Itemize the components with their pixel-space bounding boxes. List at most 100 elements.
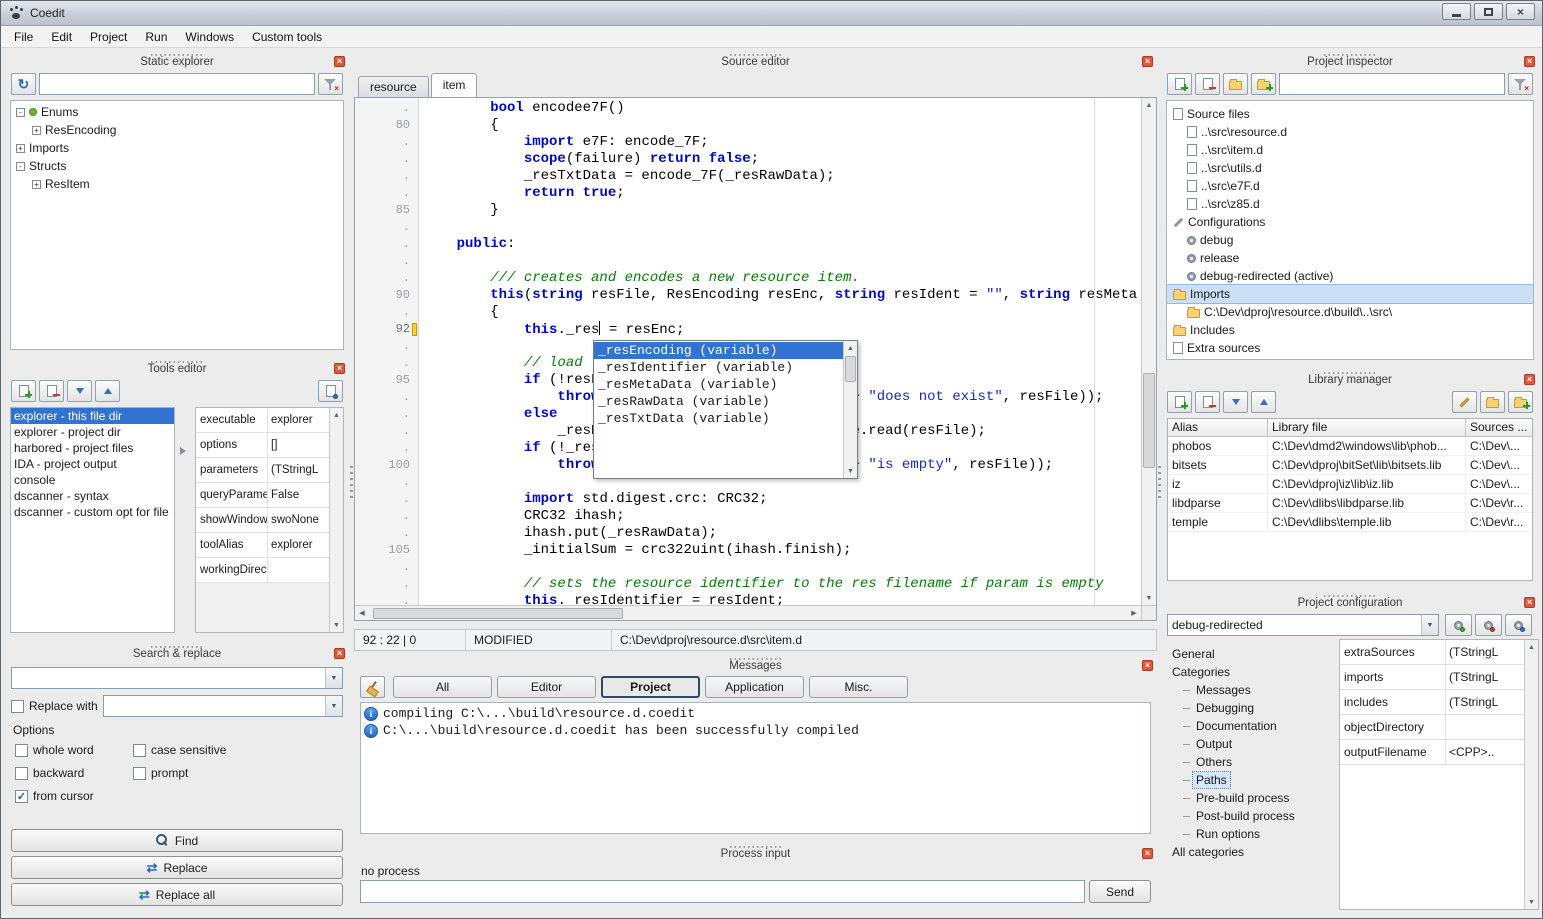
dropdown-button[interactable]: ▼ [1421, 615, 1438, 635]
project-tree-item[interactable]: Source files [1167, 105, 1533, 123]
gutter-line[interactable]: . [355, 168, 418, 185]
close-panel-button[interactable]: × [1142, 848, 1153, 859]
move-library-up-button[interactable] [1251, 391, 1276, 413]
remove-configuration-button[interactable] [1475, 614, 1502, 636]
gutter-line[interactable]: . [355, 474, 418, 491]
completion-item[interactable]: _resMetaData (variable) [594, 376, 843, 393]
panel-header[interactable]: Process input × [354, 844, 1157, 862]
library-row[interactable]: bitsetsC:\Dev\dproj\bitSet\lib\bitsets.l… [1168, 456, 1532, 475]
gutter-line[interactable]: . [355, 423, 418, 440]
gutter-line[interactable]: 85 [355, 202, 418, 219]
symbol-tree-item[interactable]: +ResEncoding [11, 121, 343, 139]
panel-header[interactable]: Source editor × [354, 52, 1157, 70]
gutter-line[interactable]: 105 [355, 542, 418, 559]
panel-header[interactable]: Search & replace × [5, 644, 349, 662]
scrollbar-thumb[interactable] [373, 608, 623, 619]
property-value[interactable]: swoNone [268, 508, 329, 532]
clear-filter-button[interactable]: × [318, 73, 343, 95]
add-source-button[interactable] [1167, 73, 1192, 95]
option-prompt-checkbox[interactable]: prompt [133, 766, 349, 780]
category-item[interactable]: All categories [1165, 843, 1317, 861]
property-value[interactable]: [] [268, 433, 329, 457]
gutter-line[interactable]: 80 [355, 117, 418, 134]
symbol-search-input[interactable] [39, 73, 315, 95]
gutter-line[interactable]: . [355, 185, 418, 202]
property-value[interactable]: (TStringL [1446, 640, 1524, 664]
remove-source-button[interactable] [1195, 73, 1220, 95]
property-row[interactable]: objectDirectory [1340, 715, 1524, 740]
property-row[interactable]: executableexplorer [196, 408, 329, 433]
menu-item-edit[interactable]: Edit [42, 27, 81, 47]
project-tree-item[interactable]: ..\src\item.d [1167, 141, 1533, 159]
gutter-line[interactable]: . [355, 219, 418, 236]
tool-item[interactable]: explorer - this file dir [11, 408, 174, 424]
collapse-arrow-icon[interactable] [180, 447, 186, 455]
panel-header[interactable]: Project inspector × [1161, 52, 1539, 70]
project-tree-item[interactable]: debug-redirected (active) [1167, 267, 1533, 285]
gutter-line[interactable]: 95 [355, 372, 418, 389]
expand-icon[interactable]: + [32, 126, 41, 135]
scrollbar-thumb[interactable] [1143, 373, 1155, 468]
menu-item-project[interactable]: Project [81, 27, 136, 47]
project-tree-item[interactable]: ..\src\z85.d [1167, 195, 1533, 213]
replace-input[interactable]: ▼ [103, 695, 343, 717]
tools-splitter[interactable] [175, 407, 195, 633]
category-item[interactable]: Output [1165, 735, 1317, 753]
add-tool-button[interactable] [11, 380, 36, 402]
symbol-tree[interactable]: -Enums+ResEncoding+Imports-Structs+ResIt… [10, 100, 344, 350]
titlebar[interactable]: Coedit × [1, 1, 1542, 26]
gutter-line[interactable]: . [355, 270, 418, 287]
panel-header[interactable]: Static explorer × [5, 52, 349, 70]
category-item[interactable]: General [1165, 645, 1317, 663]
property-value[interactable]: False [268, 483, 329, 507]
property-value[interactable] [1446, 715, 1524, 739]
messages-filter-editor[interactable]: Editor [497, 676, 596, 698]
gutter-line[interactable]: 90 [355, 287, 418, 304]
library-column-header[interactable]: Library file [1268, 419, 1466, 436]
add-library-folder-button[interactable] [1508, 391, 1533, 413]
collapse-icon[interactable]: - [16, 108, 25, 117]
gutter-line[interactable]: . [355, 440, 418, 457]
completion-item[interactable]: _resTxtData (variable) [594, 410, 843, 427]
property-value[interactable]: (TStringL [1446, 665, 1524, 689]
tool-item[interactable]: IDA - project output [11, 456, 174, 472]
editor-vertical-scrollbar[interactable]: ▲ ▼ [1141, 98, 1156, 605]
gutter-line[interactable]: . [355, 151, 418, 168]
configuration-select[interactable]: debug-redirected ▼ [1167, 614, 1439, 636]
option-from-cursor-checkbox[interactable]: ✓from cursor [15, 789, 133, 803]
project-tree-item[interactable]: debug [1167, 231, 1533, 249]
library-row[interactable]: libdparseC:\Dev\dlibs\libdparse.libC:\De… [1168, 494, 1532, 513]
gutter-line[interactable]: . [355, 491, 418, 508]
tool-item[interactable]: dscanner - custom opt for file [11, 504, 174, 520]
library-column-header[interactable]: Sources ... [1466, 419, 1532, 436]
tools-list[interactable]: explorer - this file direxplorer - proje… [10, 407, 175, 633]
gutter-line[interactable]: . [355, 525, 418, 542]
menu-item-custom-tools[interactable]: Custom tools [243, 27, 331, 47]
scroll-right-arrow[interactable]: ▶ [1127, 606, 1141, 620]
send-button[interactable]: Send [1089, 880, 1151, 903]
gutter-line[interactable]: . [355, 355, 418, 372]
symbol-tree-item[interactable]: -Enums [11, 103, 343, 121]
scroll-up-arrow[interactable]: ▲ [330, 408, 343, 422]
property-row[interactable]: parameters(TStringL [196, 458, 329, 483]
open-folder-button[interactable] [1251, 73, 1276, 95]
property-value[interactable]: explorer [268, 408, 329, 432]
remove-library-button[interactable] [1195, 391, 1220, 413]
category-item[interactable]: Paths [1165, 771, 1317, 789]
close-panel-button[interactable]: × [1524, 56, 1535, 67]
project-tree-item[interactable]: release [1167, 249, 1533, 267]
remove-tool-button[interactable] [39, 380, 64, 402]
panel-header[interactable]: Project configuration × [1161, 593, 1539, 611]
property-row[interactable]: imports(TStringL [1340, 665, 1524, 690]
replace-with-checkbox[interactable]: Replace with [11, 699, 103, 713]
menu-item-windows[interactable]: Windows [176, 27, 243, 47]
panel-header[interactable]: Library manager × [1161, 370, 1539, 388]
messages-filter-application[interactable]: Application [705, 676, 804, 698]
scroll-left-arrow[interactable]: ◀ [355, 606, 369, 620]
config-splitter[interactable] [1317, 639, 1339, 910]
scroll-up-arrow[interactable]: ▲ [1525, 640, 1538, 654]
editor-horizontal-scrollbar[interactable]: ◀ ▶ [355, 605, 1141, 620]
expand-icon[interactable]: + [16, 144, 25, 153]
tool-item[interactable]: explorer - project dir [11, 424, 174, 440]
gutter-line[interactable]: . [355, 508, 418, 525]
